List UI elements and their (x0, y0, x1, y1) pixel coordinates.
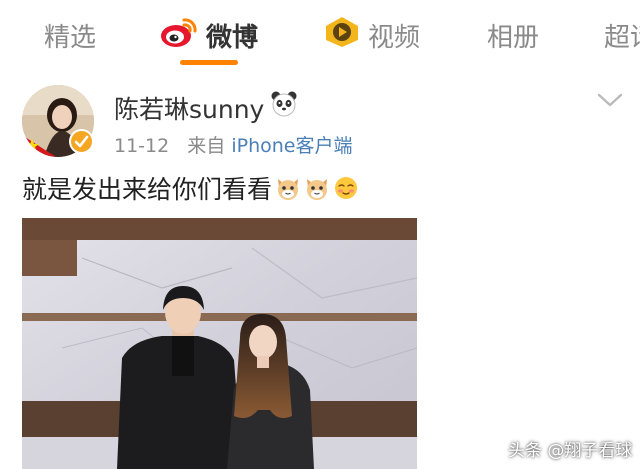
panda-icon (270, 90, 298, 122)
top-tab-bar: 精选 微博 视频 相册 超话 (0, 0, 640, 66)
tab-label: 超话 (604, 22, 640, 53)
video-play-icon (324, 16, 360, 55)
cat-emoji-icon (275, 175, 301, 201)
verified-badge-icon (69, 129, 94, 154)
tab-label: 精选 (44, 22, 97, 53)
tab-label: 视频 (368, 22, 421, 53)
tab-chaohua[interactable]: 超话 (604, 16, 640, 54)
cat-emoji-icon (304, 175, 330, 201)
post-source-prefix: 来自 (187, 135, 226, 157)
tab-jingxuan[interactable]: 精选 (44, 16, 96, 54)
post-text-content: 就是发出来给你们看看 (22, 175, 273, 204)
post-text: 就是发出来给你们看看 (22, 170, 359, 206)
shy-face-emoji-icon (333, 175, 359, 201)
tab-shipin[interactable]: 视频 (324, 16, 420, 54)
post-date: 11-12 (114, 135, 170, 157)
post-username[interactable]: 陈若琳sunny (114, 90, 264, 126)
weibo-logo-icon (160, 16, 198, 55)
tab-label: 微博 (206, 22, 259, 53)
tab-weibo[interactable]: 微博 (160, 16, 258, 54)
post-photo[interactable] (22, 218, 417, 469)
tab-label: 相册 (487, 22, 540, 53)
post-source-client[interactable]: iPhone客户端 (231, 135, 352, 157)
post-meta: 11-12 来自 iPhone客户端 (114, 131, 352, 158)
watermark: 头条 @翔子看球 (508, 441, 633, 461)
chevron-down-icon[interactable] (596, 90, 624, 114)
tab-xiangce[interactable]: 相册 (487, 16, 539, 54)
active-tab-indicator (180, 60, 238, 65)
